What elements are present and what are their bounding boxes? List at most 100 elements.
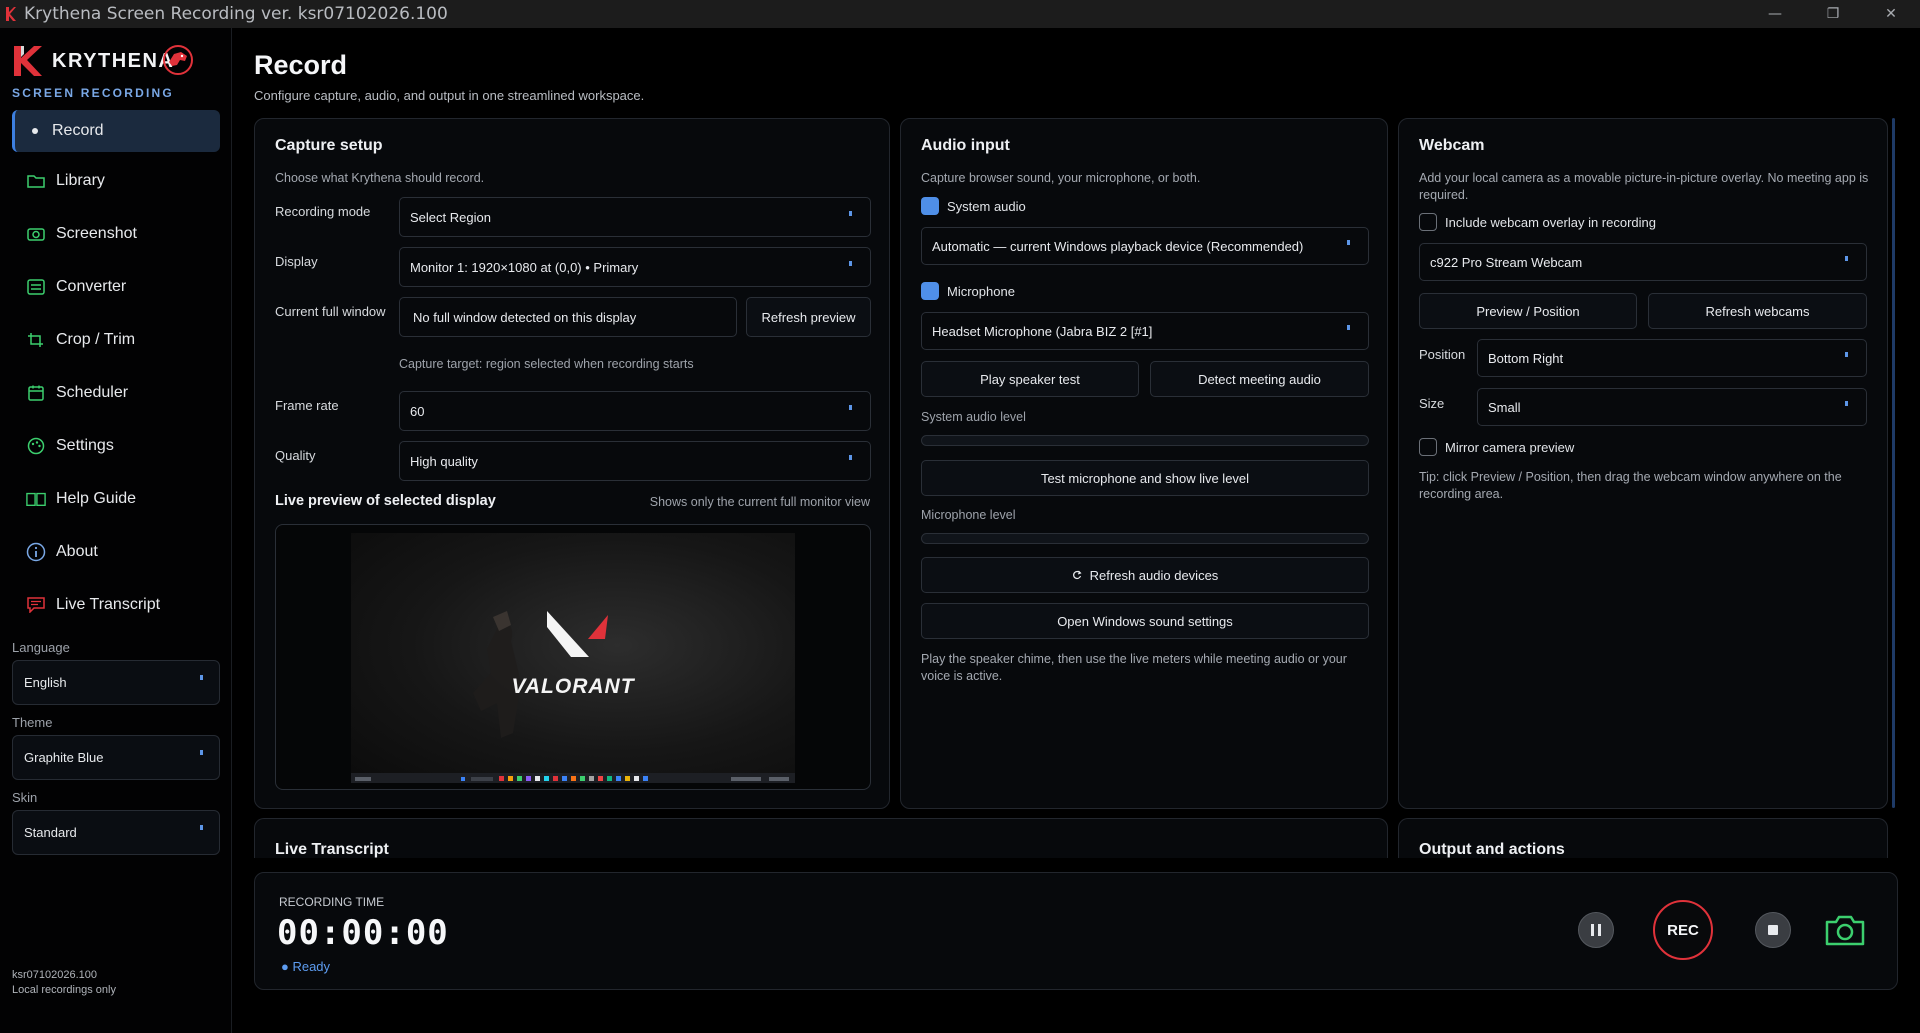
sidebar-item-label: About xyxy=(56,543,98,560)
recording-time-label: RECORDING TIME xyxy=(279,895,385,909)
sidebar-item-library[interactable]: Library xyxy=(12,160,220,202)
include-webcam-checkbox[interactable] xyxy=(1419,213,1437,231)
folder-icon xyxy=(26,171,46,191)
webcam-device-select[interactable]: c922 Pro Stream Webcam xyxy=(1419,243,1867,281)
live-preview-frame: VALORANT xyxy=(275,524,871,790)
chevron-down-icon xyxy=(200,675,203,680)
system-audio-checkbox[interactable] xyxy=(921,197,939,215)
display-select[interactable]: Monitor 1: 1920×1080 at (0,0) • Primary xyxy=(399,247,871,287)
include-webcam-label: Include webcam overlay in recording xyxy=(1445,215,1656,230)
chevron-down-icon xyxy=(849,405,852,410)
sidebar-item-label: Converter xyxy=(56,278,127,295)
sidebar-item-about[interactable]: About xyxy=(12,531,220,573)
quality-select[interactable]: High quality xyxy=(399,441,871,481)
sidebar-item-crop-trim[interactable]: Crop / Trim xyxy=(12,319,220,361)
live-preview-title: Live preview of selected display xyxy=(275,493,496,509)
sidebar-item-record[interactable]: Record xyxy=(12,110,220,152)
position-label: Position xyxy=(1419,347,1466,362)
sidebar-item-label: Library xyxy=(56,172,105,189)
skin-label: Skin xyxy=(12,790,38,805)
converter-icon xyxy=(26,277,46,297)
recording-mode-label: Recording mode xyxy=(275,204,371,219)
frame-rate-select[interactable]: 60 xyxy=(399,391,871,431)
chevron-down-icon xyxy=(1845,352,1848,357)
title-bar: Krythena Screen Recording ver. ksr071020… xyxy=(0,0,1920,28)
chevron-down-icon xyxy=(200,825,203,830)
snapshot-button[interactable] xyxy=(1823,910,1867,950)
storage-note: Local recordings only xyxy=(12,984,116,996)
theme-label: Theme xyxy=(12,715,53,730)
open-sound-settings-button[interactable]: Open Windows sound settings xyxy=(921,603,1369,639)
system-audio-device-value: Automatic — current Windows playback dev… xyxy=(932,238,1304,254)
sidebar-item-screenshot[interactable]: Screenshot xyxy=(12,213,220,255)
brand: KRYTHENA SCREEN RECORDING xyxy=(12,44,212,104)
microphone-checkbox[interactable] xyxy=(921,282,939,300)
sidebar-nav: Record Library Screenshot Converter Crop… xyxy=(12,110,220,637)
chevron-down-icon xyxy=(1347,240,1350,245)
rec-button[interactable]: REC xyxy=(1653,900,1713,960)
language-select[interactable]: English xyxy=(12,660,220,705)
refresh-webcams-button[interactable]: Refresh webcams xyxy=(1648,293,1867,329)
sidebar-item-label: Record xyxy=(52,122,104,139)
system-audio-level-label: System audio level xyxy=(921,410,1026,424)
theme-select[interactable]: Graphite Blue xyxy=(12,735,220,780)
chevron-down-icon xyxy=(1845,256,1848,261)
recording-mode-select[interactable]: Select Region xyxy=(399,197,871,237)
crop-icon xyxy=(26,330,46,350)
chevron-down-icon xyxy=(849,455,852,460)
preview-position-button[interactable]: Preview / Position xyxy=(1419,293,1637,329)
sidebar-item-scheduler[interactable]: Scheduler xyxy=(12,372,220,414)
panther-logo-icon xyxy=(163,45,193,75)
recorder-bar: RECORDING TIME 00:00:00 ● Ready REC xyxy=(254,872,1898,990)
webcam-panel: Webcam Add your local camera as a movabl… xyxy=(1398,118,1888,809)
skin-select[interactable]: Standard xyxy=(12,810,220,855)
display-value: Monitor 1: 1920×1080 at (0,0) • Primary xyxy=(410,259,639,275)
current-window-value: No full window detected on this display xyxy=(413,309,637,325)
pause-button[interactable] xyxy=(1578,912,1614,948)
stop-button[interactable] xyxy=(1755,912,1791,948)
detect-meeting-audio-button[interactable]: Detect meeting audio xyxy=(1150,361,1369,397)
output-actions-panel: Output and actions xyxy=(1398,818,1888,858)
chevron-down-icon xyxy=(200,750,203,755)
minimize-button[interactable]: — xyxy=(1746,0,1804,28)
preview-game-logo: VALORANT xyxy=(511,675,635,698)
sidebar-item-help-guide[interactable]: Help Guide xyxy=(12,478,220,520)
audio-input-desc: Capture browser sound, your microphone, … xyxy=(921,171,1201,185)
close-button[interactable]: ✕ xyxy=(1862,0,1920,28)
size-select[interactable]: Small xyxy=(1477,388,1867,426)
scrollbar[interactable] xyxy=(1892,118,1895,808)
language-label: Language xyxy=(12,640,70,655)
chevron-down-icon xyxy=(849,211,852,216)
sidebar-item-converter[interactable]: Converter xyxy=(12,266,220,308)
microphone-device-value: Headset Microphone (Jabra BIZ 2 [#1] xyxy=(932,323,1153,339)
preview-screen: VALORANT xyxy=(351,533,795,783)
refresh-audio-devices-button[interactable]: Refresh audio devices xyxy=(921,557,1369,593)
quality-label: Quality xyxy=(275,448,316,463)
brand-logo-icon xyxy=(14,46,42,76)
sidebar-item-label: Help Guide xyxy=(56,490,137,507)
sidebar-item-live-transcript[interactable]: Live Transcript xyxy=(12,584,220,626)
preview-taskbar-icons xyxy=(355,776,789,781)
position-select[interactable]: Bottom Right xyxy=(1477,339,1867,377)
page-title: Record xyxy=(254,50,348,80)
sidebar-item-label: Live Transcript xyxy=(56,596,161,613)
capture-target-hint: Capture target: region selected when rec… xyxy=(399,357,694,371)
chevron-down-icon xyxy=(1845,401,1848,406)
sidebar-item-label: Settings xyxy=(56,437,114,454)
sidebar-item-label: Scheduler xyxy=(56,384,129,401)
maximize-button[interactable]: ❐ xyxy=(1804,0,1862,28)
mirror-camera-checkbox[interactable] xyxy=(1419,438,1437,456)
play-speaker-test-button[interactable]: Play speaker test xyxy=(921,361,1139,397)
refresh-preview-button[interactable]: Refresh preview xyxy=(746,297,871,337)
audio-tip: Play the speaker chime, then use the liv… xyxy=(921,652,1347,683)
sidebar-item-label: Screenshot xyxy=(56,225,137,242)
system-audio-label: System audio xyxy=(947,199,1026,214)
audio-input-panel: Audio input Capture browser sound, your … xyxy=(900,118,1388,809)
sidebar-item-settings[interactable]: Settings xyxy=(12,425,220,467)
microphone-device-select[interactable]: Headset Microphone (Jabra BIZ 2 [#1] xyxy=(921,312,1369,350)
test-microphone-button[interactable]: Test microphone and show live level xyxy=(921,460,1369,496)
window-title: Krythena Screen Recording ver. ksr071020… xyxy=(24,4,448,24)
camera-icon xyxy=(1825,915,1865,946)
display-label: Display xyxy=(275,254,318,269)
system-audio-device-select[interactable]: Automatic — current Windows playback dev… xyxy=(921,227,1369,265)
